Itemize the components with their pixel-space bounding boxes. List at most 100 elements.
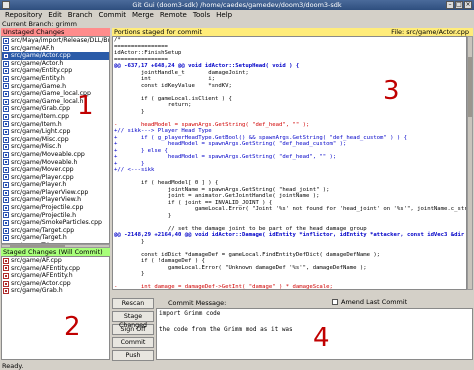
menu-repository[interactable]: Repository (2, 10, 45, 20)
file-row[interactable]: src/game/Moveable.h (2, 159, 109, 167)
menu-commit[interactable]: Commit (96, 10, 130, 20)
modified-file-icon[interactable] (3, 45, 9, 52)
file-row[interactable]: src/game/Grab.h (2, 287, 109, 295)
scrollbar-thumb[interactable] (10, 245, 65, 247)
commit-buttons: Rescan Stage Changed Sign Off Commit Pus… (112, 298, 154, 363)
push-button[interactable]: Push (112, 350, 154, 361)
staged-file-list[interactable]: src/game/AF.cpp src/game/AFEntity.cpp src/… (1, 256, 110, 360)
file-row[interactable]: src/Maya/import/Release/DLL/BuildLog.h (2, 37, 109, 45)
modified-file-icon[interactable] (3, 106, 9, 113)
file-row[interactable]: src/game/Entity.h (2, 75, 109, 83)
modified-file-icon[interactable] (3, 220, 9, 227)
file-row[interactable]: src/game/AF.h (2, 45, 109, 53)
file-name: src/game/AFEntity.h (11, 272, 73, 280)
file-row[interactable]: src/game/AFEntity.cpp (2, 265, 109, 273)
file-row[interactable]: src/game/Light.cpp (2, 128, 109, 136)
minimize-icon[interactable]: – (446, 1, 454, 9)
file-row[interactable]: src/game/SmokeParticles.cpp (2, 219, 109, 227)
file-row[interactable]: src/game/Actor.h (2, 60, 109, 68)
file-name: src/game/Projectile.cpp (11, 204, 84, 212)
maximize-icon[interactable]: □ (455, 1, 463, 9)
modified-file-icon[interactable] (3, 121, 9, 128)
modified-file-icon[interactable] (3, 182, 9, 189)
modified-file-icon[interactable] (3, 204, 9, 211)
modified-file-icon[interactable] (3, 235, 9, 242)
file-name: src/game/Entity.h (11, 74, 65, 82)
unstaged-file-list[interactable]: src/Maya/import/Release/DLL/BuildLog.hsr… (1, 36, 110, 244)
staged-file-icon[interactable] (3, 280, 9, 287)
file-row[interactable]: src/game/Game.h (2, 83, 109, 91)
modified-file-icon[interactable] (3, 68, 9, 75)
window-menu-icon[interactable] (2, 1, 10, 9)
file-row[interactable]: src/game/AF.cpp (2, 257, 109, 265)
staged-file-icon[interactable] (3, 265, 9, 272)
file-row[interactable]: src/game/Target.cpp (2, 227, 109, 235)
modified-file-icon[interactable] (3, 144, 9, 151)
menu-edit[interactable]: Edit (45, 10, 65, 20)
staged-file-icon[interactable] (3, 272, 9, 279)
file-name: src/game/AFEntity.cpp (11, 264, 80, 272)
window-title: Git Gui (doom3-sdk) /home/caedes/gamedev… (132, 1, 342, 9)
file-name: src/game/Misc.cpp (11, 135, 69, 143)
modified-file-icon[interactable] (3, 159, 9, 166)
file-row[interactable]: src/game/Misc.h (2, 143, 109, 151)
modified-file-icon[interactable] (3, 113, 9, 120)
rescan-button[interactable]: Rescan (112, 298, 154, 309)
amend-last-commit[interactable]: Amend Last Commit (332, 298, 407, 306)
file-row[interactable]: src/game/Item.h (2, 121, 109, 129)
modified-file-icon[interactable] (3, 197, 9, 204)
menu-tools[interactable]: Tools (190, 10, 213, 20)
stage-changed-button[interactable]: Stage Changed (112, 311, 154, 329)
commit-message-line: import Grimm code (159, 310, 221, 317)
menu-help[interactable]: Help (213, 10, 235, 20)
file-name: src/game/Actor.cpp (11, 279, 71, 287)
file-row[interactable]: src/game/PlayerView.h (2, 196, 109, 204)
file-row[interactable]: src/game/Player.h (2, 181, 109, 189)
diff-viewer[interactable]: /* ================ idActor::FinishSetup ==… (112, 36, 467, 290)
menu-remote[interactable]: Remote (157, 10, 190, 20)
file-name: src/game/Light.cpp (11, 128, 71, 136)
file-row[interactable]: src/game/Misc.cpp (2, 136, 109, 144)
staged-file-icon[interactable] (3, 257, 9, 264)
diff-vertical-scrollbar[interactable] (467, 36, 473, 290)
modified-file-icon[interactable] (3, 90, 9, 97)
file-row[interactable]: src/game/Entity.cpp (2, 67, 109, 75)
commit-button[interactable]: Commit (112, 337, 154, 348)
commit-panel: Rescan Stage Changed Sign Off Commit Pus… (112, 292, 473, 362)
diff-hunk-header: @@ -2148,29 +2164,40 @@ void idActor::Da… (114, 232, 465, 238)
file-name: src/Maya/import/Release/DLL/BuildLog.h (11, 37, 109, 44)
amend-checkbox[interactable] (332, 299, 338, 305)
diff-header: Portions staged for commit File: src/gam… (112, 28, 473, 36)
close-icon[interactable]: × (464, 1, 472, 9)
modified-file-icon[interactable] (3, 136, 9, 143)
modified-file-icon[interactable] (3, 151, 9, 158)
scrollbar-thumb[interactable] (468, 57, 472, 117)
file-row[interactable]: src/game/Mover.cpp (2, 166, 109, 174)
modified-file-icon[interactable] (3, 52, 9, 59)
file-row[interactable]: src/game/Player.cpp (2, 174, 109, 182)
file-row[interactable]: src/game/Projectile.cpp (2, 204, 109, 212)
annotation-2: 2 (64, 312, 81, 342)
file-row[interactable]: src/game/Target.h (2, 234, 109, 242)
file-row[interactable]: src/game/PlayerView.cpp (2, 189, 109, 197)
file-row[interactable]: src/game/Actor.cpp (2, 280, 109, 288)
modified-file-icon[interactable] (3, 75, 9, 82)
file-row[interactable]: src/game/AFEntity.h (2, 272, 109, 280)
modified-file-icon[interactable] (3, 60, 9, 67)
annotation-3: 3 (383, 76, 400, 106)
staged-file-icon[interactable] (3, 288, 9, 295)
modified-file-icon[interactable] (3, 227, 9, 234)
modified-file-icon[interactable] (3, 189, 9, 196)
modified-file-icon[interactable] (3, 212, 9, 219)
menu-merge[interactable]: Merge (129, 10, 157, 20)
menu-branch[interactable]: Branch (65, 10, 96, 20)
modified-file-icon[interactable] (3, 166, 9, 173)
file-row[interactable]: src/game/Moveable.cpp (2, 151, 109, 159)
file-row[interactable]: src/game/Projectile.h (2, 212, 109, 220)
modified-file-icon[interactable] (3, 37, 9, 44)
modified-file-icon[interactable] (3, 98, 9, 105)
modified-file-icon[interactable] (3, 174, 9, 181)
modified-file-icon[interactable] (3, 83, 9, 90)
file-row[interactable]: src/game/Actor.cpp (2, 52, 109, 60)
modified-file-icon[interactable] (3, 128, 9, 135)
